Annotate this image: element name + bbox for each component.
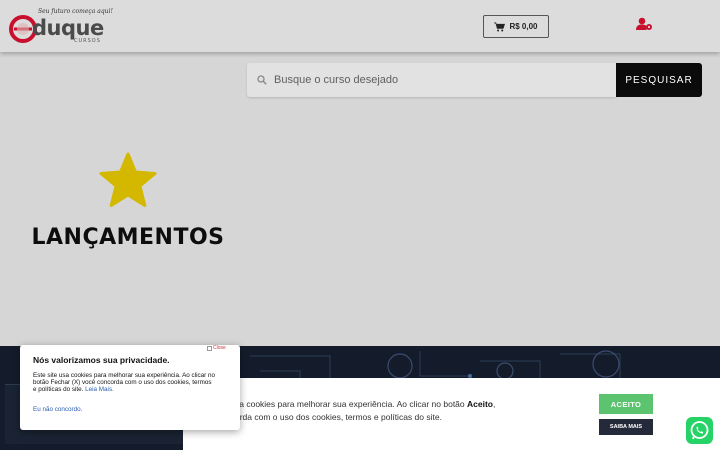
popup-close-label: Close <box>213 345 226 351</box>
whatsapp-icon <box>690 421 709 440</box>
brand-sub: CURSOS <box>74 38 101 44</box>
brand-logo[interactable]: Seu futuro começa aqui! duque CURSOS <box>8 8 113 46</box>
cookie-text-part2: , <box>492 399 496 409</box>
accept-button[interactable]: ACEITO <box>599 394 653 414</box>
popup-body-text: Este site usa cookies para melhorar sua … <box>33 372 216 394</box>
search-button[interactable]: PESQUISAR <box>616 63 702 97</box>
user-settings-icon[interactable] <box>636 17 653 31</box>
popup-close-button[interactable]: Close <box>207 345 226 351</box>
cart-icon <box>494 22 506 31</box>
popup-body: Este site usa cookies para melhorar sua … <box>33 372 215 394</box>
cookie-text-part1: sa cookies para melhorar sua experiência… <box>235 399 467 409</box>
learn-more-button[interactable]: SAIBA MAIS <box>599 419 653 435</box>
cookie-bar-text: sa cookies para melhorar sua experiência… <box>235 398 535 423</box>
search-input[interactable] <box>274 74 594 86</box>
section-title: LANÇAMENTOS <box>31 225 225 250</box>
broken-image-icon <box>207 345 212 351</box>
popup-title: Nós valorizamos sua privacidade. <box>33 355 170 365</box>
decline-link[interactable]: Eu não concordo. <box>33 406 82 413</box>
read-more-link[interactable]: Leia Mais. <box>85 386 114 393</box>
brand-name: duque <box>32 16 104 40</box>
search-icon <box>257 75 267 85</box>
cart-total: R$ 0,00 <box>509 22 538 31</box>
search-box[interactable] <box>247 63 616 97</box>
cookie-text-line2: orda com o uso dos cookies, termos e pol… <box>235 411 442 422</box>
star-icon <box>99 152 157 207</box>
search-bar: PESQUISAR <box>247 63 702 97</box>
whatsapp-button[interactable] <box>686 417 713 444</box>
cookie-text-bold: Aceito <box>467 399 493 409</box>
privacy-popup: Close Nós valorizamos sua privacidade. E… <box>20 345 240 430</box>
cart-button[interactable]: R$ 0,00 <box>483 15 549 38</box>
cookie-bar: sa cookies para melhorar sua experiência… <box>183 378 720 450</box>
top-bar: Seu futuro começa aqui! duque CURSOS R$ … <box>0 0 720 52</box>
brand-tagline: Seu futuro começa aqui! <box>38 8 113 15</box>
